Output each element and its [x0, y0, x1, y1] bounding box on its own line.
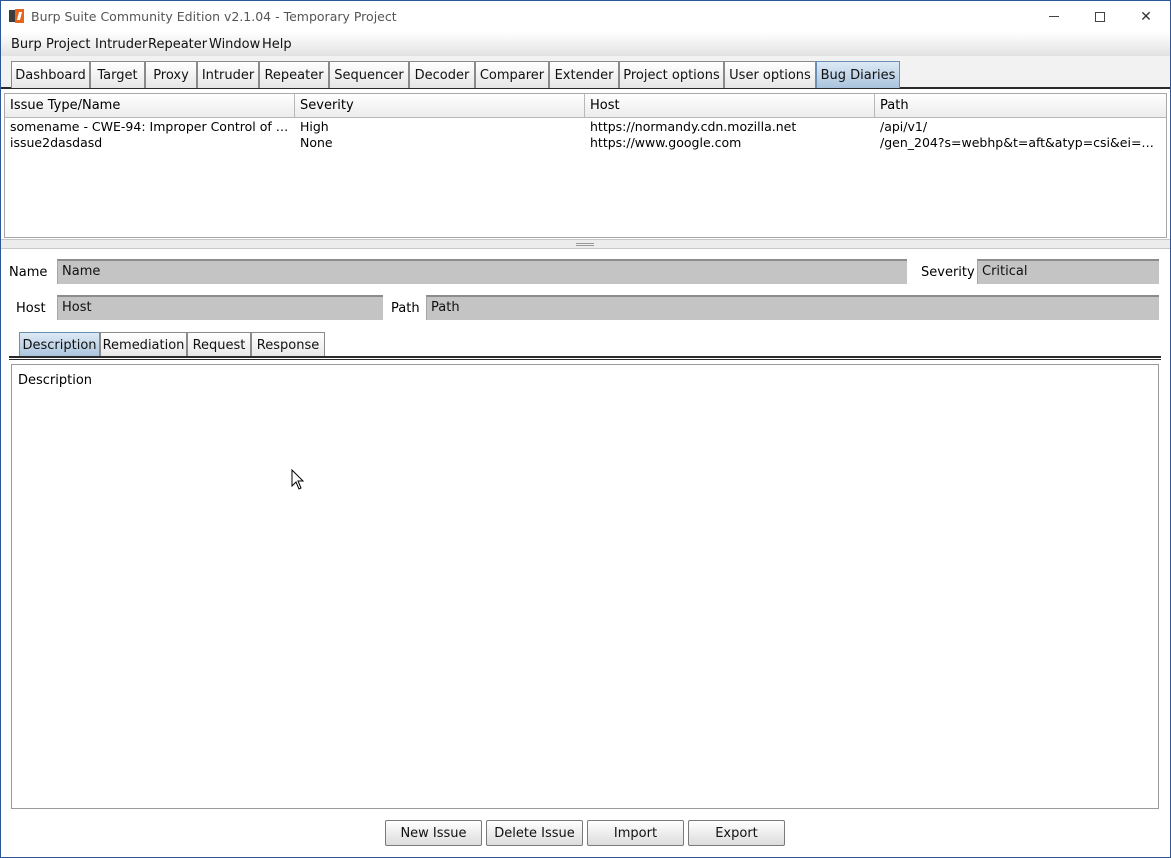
divider-grip-icon	[576, 243, 594, 246]
minimize-icon	[1049, 16, 1059, 17]
table-cell-severity[interactable]: High	[295, 119, 583, 135]
main-tab-bar: Dashboard Target Proxy Intruder Repeater…	[1, 56, 1170, 89]
menu-bar: Burp Project Intruder Repeater Window He…	[1, 32, 1170, 56]
host-label: Host	[16, 301, 46, 316]
column-header-host[interactable]: Host	[585, 94, 875, 118]
menu-repeater[interactable]: Repeater	[148, 37, 207, 52]
tab-sequencer[interactable]: Sequencer	[329, 61, 409, 88]
name-label: Name	[9, 265, 48, 280]
description-text: Description	[18, 373, 93, 388]
tab-bug-diaries[interactable]: Bug Diaries	[816, 61, 900, 88]
title-bar: Burp Suite Community Edition v2.1.04 - T…	[1, 1, 1170, 32]
table-cell-host[interactable]: https://normandy.cdn.mozilla.net	[585, 119, 873, 135]
table-cell-path[interactable]: /gen_204?s=webhp&t=aft&atyp=csi&ei=7U3X.…	[875, 135, 1160, 151]
table-cell-severity[interactable]: None	[295, 135, 583, 151]
host-field[interactable]: Host	[57, 295, 383, 320]
table-cell-path[interactable]: /api/v1/	[875, 119, 1160, 135]
tab-user-options[interactable]: User options	[724, 61, 816, 88]
maximize-button[interactable]	[1077, 1, 1123, 32]
menu-help[interactable]: Help	[262, 37, 292, 52]
menu-burp[interactable]: Burp	[11, 37, 42, 52]
import-button[interactable]: Import	[587, 820, 684, 846]
severity-label: Severity	[921, 265, 975, 280]
tab-repeater[interactable]: Repeater	[259, 61, 329, 88]
burp-logo-icon	[9, 9, 25, 23]
name-field[interactable]: Name	[57, 259, 907, 284]
subtab-description[interactable]: Description	[19, 332, 100, 357]
menu-intruder[interactable]: Intruder	[95, 37, 147, 52]
export-button[interactable]: Export	[688, 820, 785, 846]
menu-window[interactable]: Window	[209, 37, 260, 52]
column-header-severity[interactable]: Severity	[295, 94, 585, 118]
maximize-icon	[1095, 11, 1105, 22]
table-cell-host[interactable]: https://www.google.com	[585, 135, 873, 151]
menu-project[interactable]: Project	[46, 37, 90, 52]
subtab-response[interactable]: Response	[251, 332, 325, 357]
close-icon: ✕	[1140, 8, 1152, 25]
burp-window: Burp Suite Community Edition v2.1.04 - T…	[0, 0, 1171, 858]
subtab-request[interactable]: Request	[187, 332, 251, 357]
path-label: Path	[391, 301, 420, 316]
delete-issue-button[interactable]: Delete Issue	[486, 820, 583, 846]
tab-proxy[interactable]: Proxy	[145, 61, 197, 88]
table-cell-issue-name[interactable]: issue2dasdasd	[5, 135, 293, 151]
subtab-remediation[interactable]: Remediation	[100, 332, 187, 357]
window-title: Burp Suite Community Edition v2.1.04 - T…	[31, 9, 397, 24]
tab-decoder[interactable]: Decoder	[409, 61, 475, 88]
tab-intruder[interactable]: Intruder	[197, 61, 259, 88]
severity-field[interactable]: Critical	[977, 259, 1159, 284]
tab-extender[interactable]: Extender	[549, 61, 619, 88]
split-pane-divider[interactable]	[1, 239, 1170, 249]
column-header-issue-name[interactable]: Issue Type/Name	[5, 94, 295, 118]
subtab-divider	[9, 356, 1161, 360]
tab-target[interactable]: Target	[90, 61, 145, 88]
mouse-cursor-icon	[291, 469, 305, 490]
minimize-button[interactable]	[1031, 1, 1077, 32]
tab-project-options[interactable]: Project options	[619, 61, 724, 88]
tab-dashboard[interactable]: Dashboard	[11, 61, 90, 88]
description-textarea[interactable]: Description	[11, 364, 1159, 809]
tab-comparer[interactable]: Comparer	[475, 61, 549, 88]
table-cell-issue-name[interactable]: somename - CWE-94: Improper Control of G…	[5, 119, 293, 135]
new-issue-button[interactable]: New Issue	[385, 820, 482, 846]
close-button[interactable]: ✕	[1123, 1, 1169, 32]
column-header-path[interactable]: Path	[875, 94, 1166, 118]
path-field[interactable]: Path	[426, 295, 1159, 320]
issues-table: Issue Type/Name Severity Host Path somen…	[4, 93, 1167, 238]
